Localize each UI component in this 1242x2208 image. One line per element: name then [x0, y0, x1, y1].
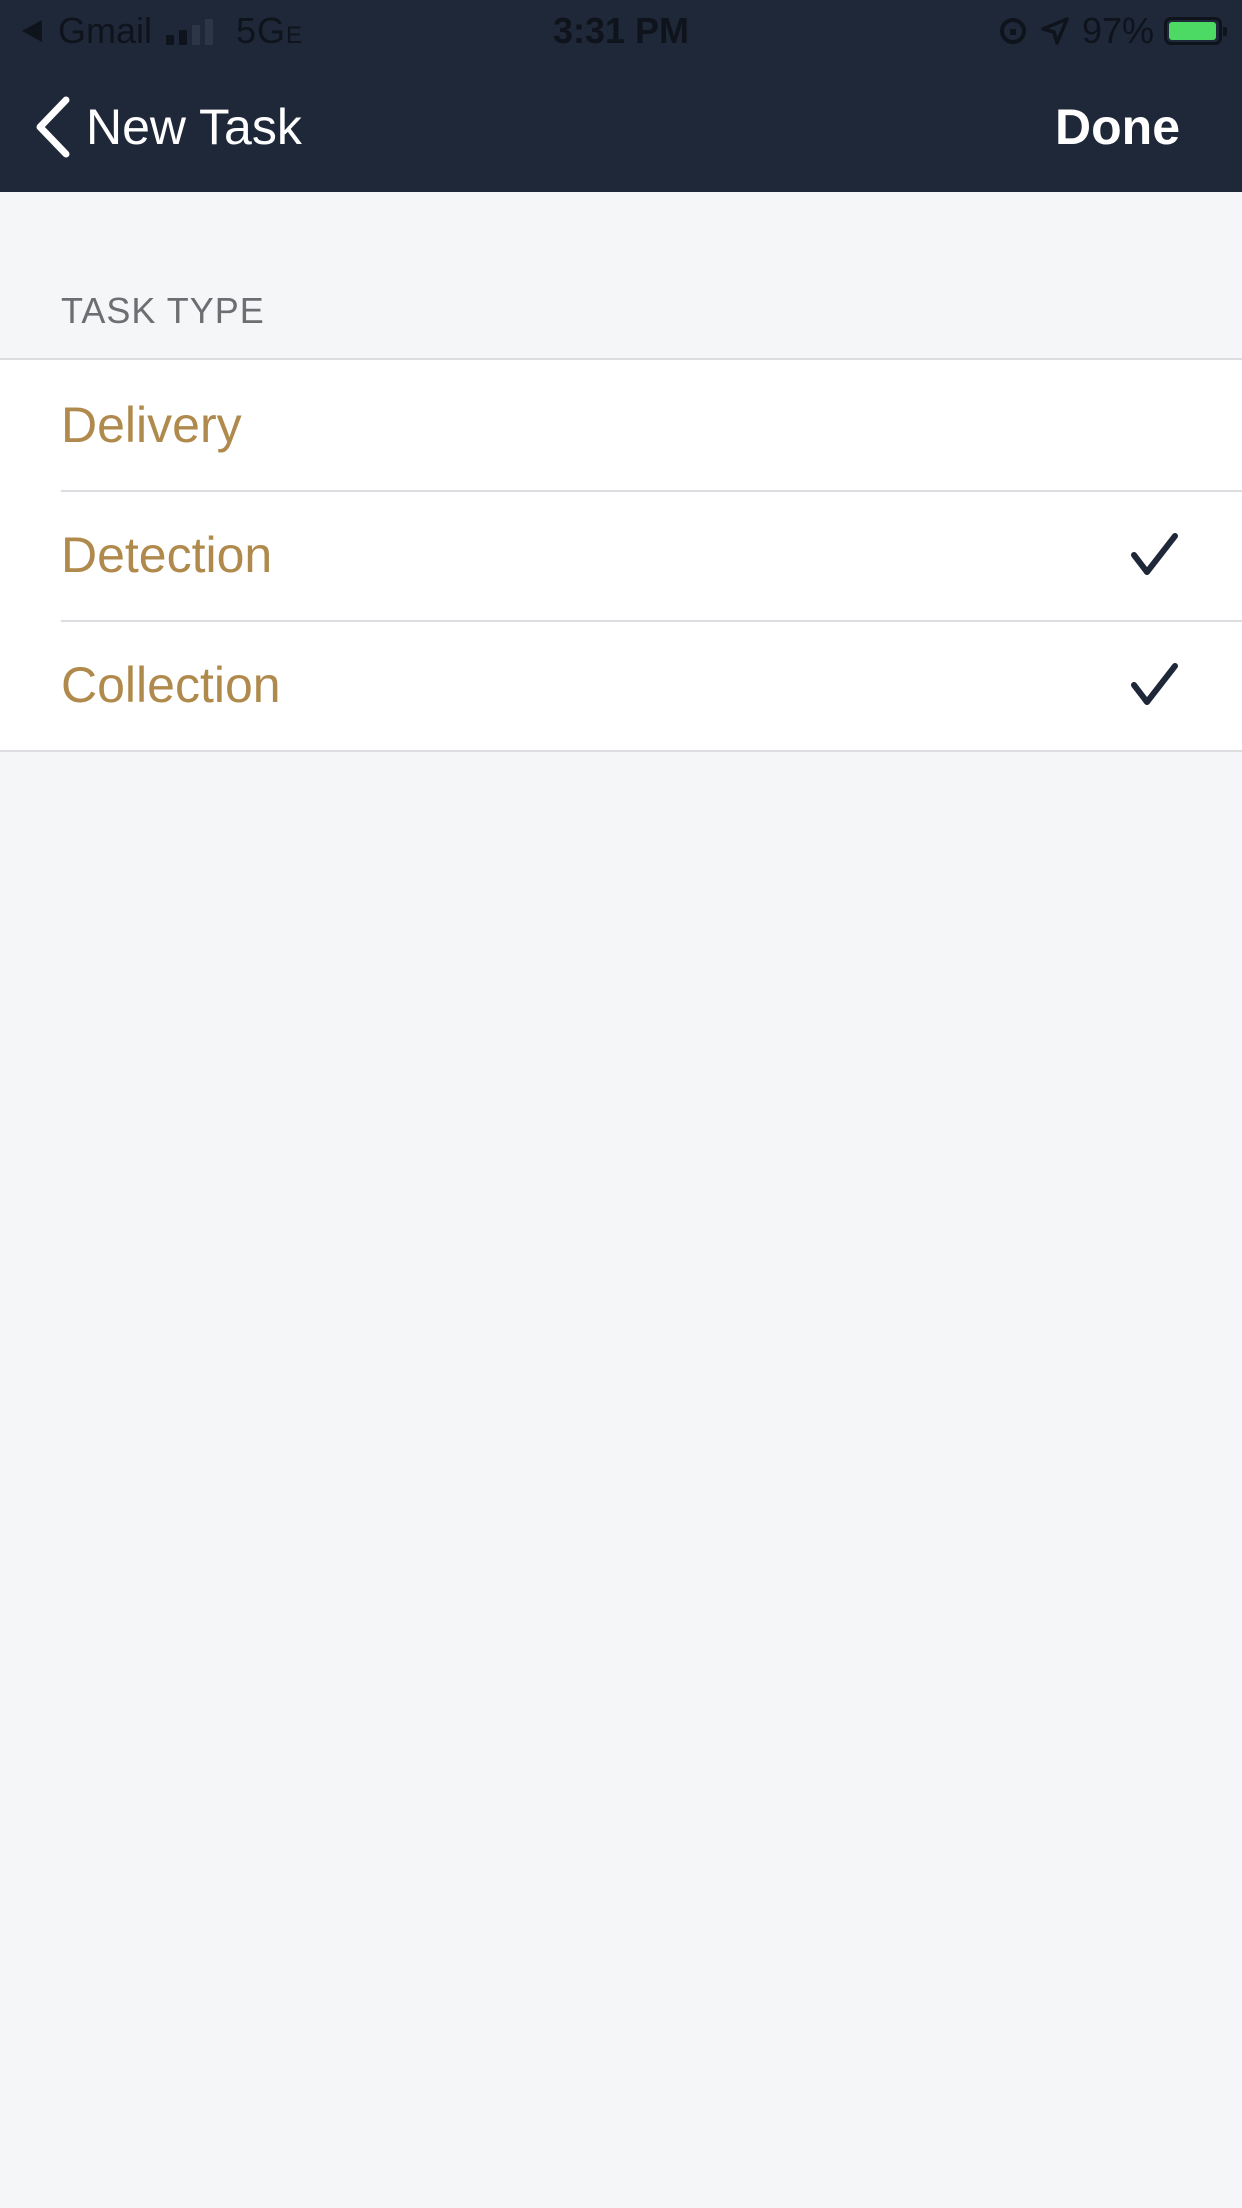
- battery-icon: [1164, 17, 1227, 45]
- section-header: TASK TYPE: [61, 290, 265, 331]
- task-type-row-collection[interactable]: Collection: [0, 620, 1242, 750]
- back-button-label: New Task: [86, 99, 302, 155]
- battery-percent: 97%: [1081, 10, 1154, 51]
- task-type-row-detection[interactable]: Detection: [0, 490, 1242, 620]
- task-type-label: Detection: [61, 527, 273, 583]
- task-type-row-delivery[interactable]: Delivery: [0, 360, 1242, 490]
- task-type-label: Delivery: [61, 397, 242, 453]
- location-arrow-icon: [1041, 17, 1069, 45]
- back-button[interactable]: New Task: [34, 92, 302, 162]
- task-type-list: Delivery Detection Collection: [0, 358, 1242, 752]
- chevron-left-icon: [36, 96, 70, 158]
- status-right: 97%: [999, 10, 1227, 52]
- status-bar: Gmail 5GE 3:31 PM 97%: [0, 0, 1242, 62]
- orientation-lock-icon: [999, 18, 1026, 44]
- battery-level: [1169, 22, 1216, 40]
- done-button[interactable]: Done: [1055, 92, 1180, 162]
- task-type-label: Collection: [61, 657, 281, 713]
- checkmark-icon: [1131, 533, 1178, 575]
- checkmark-icon: [1131, 663, 1178, 705]
- nav-header: Gmail 5GE 3:31 PM 97% New Task Done: [0, 0, 1242, 192]
